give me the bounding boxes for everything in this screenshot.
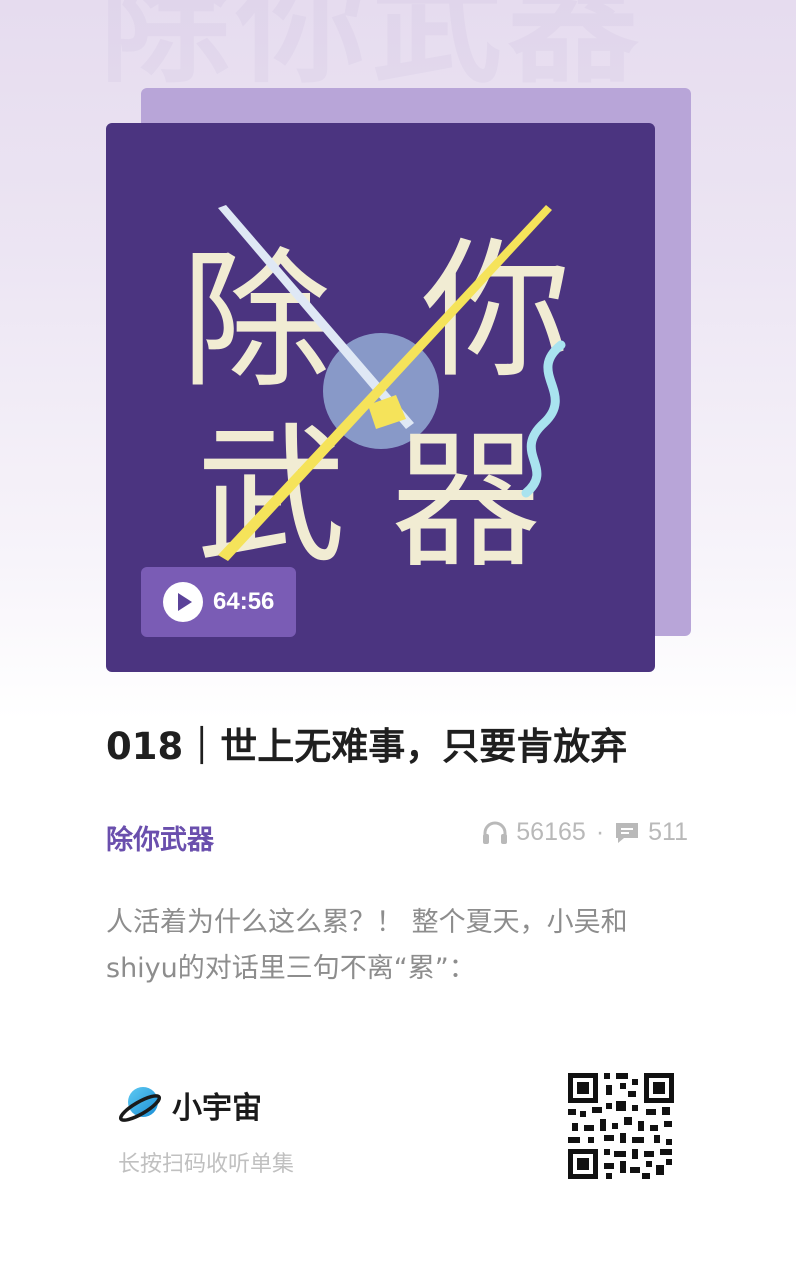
episode-duration: 64:56 [213, 588, 275, 615]
play-count: 56165 [516, 818, 586, 846]
scan-hint: 长按扫码收听单集 [118, 1152, 295, 1177]
description-line: 人活着为什么这么累？！ 整个夏天，小吴和 [106, 907, 628, 938]
episode-title: 018｜世上无难事，只要肯放弃 [106, 725, 628, 768]
comment-icon [616, 822, 639, 843]
background-watermark-title: 除你武器 [100, 0, 645, 101]
stats-separator: · [595, 818, 605, 846]
podcast-name-link[interactable]: 除你武器 [106, 818, 214, 857]
comment-count: 511 [648, 818, 688, 846]
glyph-1: 除 [181, 235, 331, 409]
brand-name: 小宇宙 [172, 1091, 262, 1126]
planet-logo-icon [118, 1087, 162, 1122]
headphones-icon [483, 821, 508, 844]
play-icon [163, 582, 203, 622]
description-line: shiyu的对话里三句不离“累”： [106, 953, 476, 984]
episode-stats: 56165 · 511 [482, 818, 688, 847]
glyph-3: 武 [196, 410, 346, 584]
episode-description: 人活着为什么这么累？！ 整个夏天，小吴和 shiyu的对话里三句不离“累”： [106, 900, 706, 992]
qr-code[interactable] [566, 1071, 676, 1181]
play-button[interactable]: 64:56 [141, 567, 296, 637]
brand-logo: 小宇宙 [118, 1082, 262, 1128]
glyph-4: 器 [391, 415, 541, 589]
